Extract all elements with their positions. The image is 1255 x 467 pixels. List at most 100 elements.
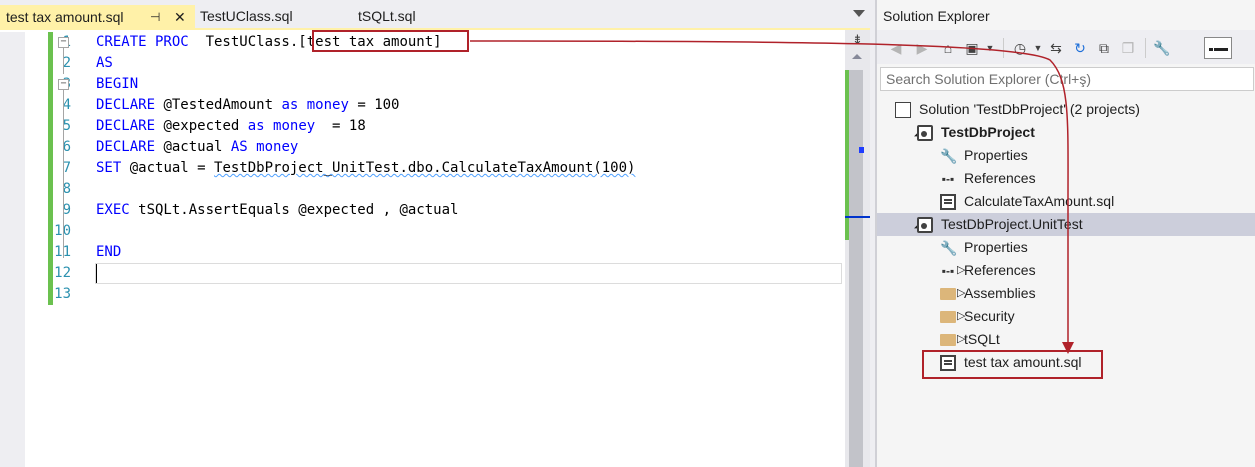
code-token: = 100 [348, 97, 400, 113]
folder-icon [940, 288, 956, 300]
tree-item[interactable]: ▷ Assemblies [877, 282, 1255, 305]
tab-testuclass-sql[interactable]: TestUClass.sql [200, 4, 293, 28]
toolbar-separator [1003, 38, 1004, 58]
code-editor[interactable]: 1CREATE PROC TestUClass.[test tax amount… [0, 32, 845, 467]
text-caret [96, 264, 97, 283]
tree-item[interactable]: 🔧 Properties [877, 144, 1255, 167]
database-project-icon [917, 125, 933, 141]
tree-item[interactable]: CalculateTaxAmount.sql [877, 190, 1255, 213]
tab-list-dropdown-icon[interactable] [853, 10, 865, 17]
solution-icon [895, 102, 911, 118]
collapse-region-icon[interactable]: − [58, 79, 69, 90]
back-icon[interactable]: ◀ [887, 39, 905, 57]
refresh-icon[interactable]: ↻ [1071, 39, 1089, 57]
scrollbar-caret-line [845, 216, 870, 218]
code-line[interactable]: 4 DECLARE @TestedAmount as money = 100 [25, 95, 845, 116]
current-line-highlight [95, 263, 842, 284]
code-line[interactable]: 10 [25, 221, 845, 242]
collapse-region-icon[interactable]: − [58, 37, 69, 48]
scrollbar-caret-marker [859, 147, 864, 153]
tree-item-label: CalculateTaxAmount.sql [964, 193, 1115, 209]
tree-item-label: References [964, 170, 1036, 186]
tree-item-label: References [964, 262, 1036, 278]
code-token: TestUClass. [188, 34, 299, 50]
show-all-files-icon[interactable]: ❐ [1119, 39, 1137, 57]
editor-vertical-scrollbar[interactable]: ⇟ [845, 30, 870, 467]
code-line[interactable]: 3BEGIN [25, 74, 845, 95]
tree-item-label: Security [964, 308, 1015, 324]
code-text: EXEC tSQLt.AssertEquals @expected , @act… [96, 200, 458, 221]
code-line[interactable]: 9 EXEC tSQLt.AssertEquals @expected , @ac… [25, 200, 845, 221]
code-token: @actual [155, 139, 231, 155]
scrollbar-thumb[interactable] [849, 70, 863, 467]
code-text: BEGIN [96, 74, 138, 95]
code-line[interactable]: 2 AS [25, 53, 845, 74]
code-line[interactable]: 13 [25, 284, 845, 305]
preview-selected-items-icon[interactable] [1204, 37, 1232, 59]
chevron-down-icon[interactable]: ▼ [981, 39, 999, 57]
code-line[interactable]: 7 SET @actual = TestDbProject_UnitTest.db… [25, 158, 845, 179]
procedure-name-highlight [312, 30, 469, 52]
pin-tab-icon[interactable]: ⊣ [150, 5, 160, 29]
tree-item[interactable]: Solution 'TestDbProject' (2 projects) [877, 98, 1255, 121]
split-window-icon[interactable]: ⇟ [849, 32, 866, 49]
wrench-icon: 🔧 [940, 240, 958, 256]
sql-keyword: as [281, 97, 299, 113]
sync-icon[interactable]: ⇆ [1047, 39, 1065, 57]
tab-test-tax-amount-sql[interactable]: test tax amount.sql ⊣ ✕ [0, 5, 195, 30]
tree-item[interactable]: ▪-▪ References [877, 167, 1255, 190]
search-input[interactable]: Search Solution Explorer (Ctrl+ş) [880, 67, 1254, 91]
code-line[interactable]: 11END [25, 242, 845, 263]
code-token: = 18 [315, 118, 366, 134]
sql-editor-pane: test tax amount.sql ⊣ ✕ TestUClass.sql t… [0, 0, 870, 467]
sql-keyword: money [273, 118, 316, 134]
pending-changes-icon[interactable]: ◷ [1011, 39, 1029, 57]
code-line[interactable]: 8 [25, 179, 845, 200]
sql-keyword: AS [230, 139, 248, 155]
tab-tsqlt-sql[interactable]: tSQLt.sql [358, 4, 416, 28]
folder-icon [940, 334, 956, 346]
change-tracking-bar [48, 32, 53, 305]
tree-item[interactable]: 🔧 Properties [877, 236, 1255, 259]
forward-icon[interactable]: ▶ [913, 39, 931, 57]
code-line[interactable]: 5 DECLARE @expected as money = 18 [25, 116, 845, 137]
switch-views-icon[interactable]: ▣ [963, 39, 981, 57]
collapse-all-icon[interactable]: ⧉ [1095, 39, 1113, 57]
scroll-up-arrow-icon[interactable] [852, 54, 862, 59]
code-text: AS [96, 53, 113, 74]
tree-item[interactable]: ◢TestDbProject [877, 121, 1255, 144]
sql-keyword: AS [96, 55, 113, 71]
code-text: SET @actual = TestDbProject_UnitTest.dbo… [96, 158, 635, 179]
sql-keyword: SET [96, 160, 122, 176]
close-tab-icon[interactable]: ✕ [174, 5, 186, 29]
home-icon[interactable]: ⌂ [939, 39, 957, 57]
code-token: @actual = [121, 160, 215, 176]
tree-item-label: Properties [964, 239, 1028, 255]
test-file-highlight [922, 350, 1103, 379]
tree-item-label: Assemblies [964, 285, 1036, 301]
code-text: END [96, 242, 121, 263]
code-text: DECLARE @actual AS money [96, 137, 298, 158]
chevron-down-icon[interactable]: ▼ [1029, 39, 1047, 57]
tree-item[interactable]: ▷ Security [877, 305, 1255, 328]
code-line[interactable]: 6 DECLARE @actual AS money [25, 137, 845, 158]
tree-item-label: Properties [964, 147, 1028, 163]
code-token: @expected [155, 118, 248, 134]
tree-item-label: TestDbProject.UnitTest [941, 216, 1083, 232]
tree-item[interactable]: ◢TestDbProject.UnitTest [877, 213, 1255, 236]
document-tab-bar: test tax amount.sql ⊣ ✕ TestUClass.sql t… [0, 0, 870, 30]
code-token: @TestedAmount [155, 97, 282, 113]
tree-item[interactable]: ▷ tSQLt [877, 328, 1255, 351]
sql-keyword: DECLARE [96, 139, 156, 155]
sql-keyword: EXEC [96, 202, 130, 218]
outline-connector [63, 90, 64, 258]
sql-keyword: END [96, 244, 122, 260]
code-token: TestDbProject_UnitTest.dbo.CalculateTaxA… [214, 160, 636, 176]
properties-wrench-icon[interactable]: 🔧 [1153, 39, 1171, 57]
tree-item-label: TestDbProject [941, 124, 1035, 140]
sql-keyword: BEGIN [96, 76, 139, 92]
tree-item[interactable]: ▷ ▪-▪ References [877, 259, 1255, 282]
